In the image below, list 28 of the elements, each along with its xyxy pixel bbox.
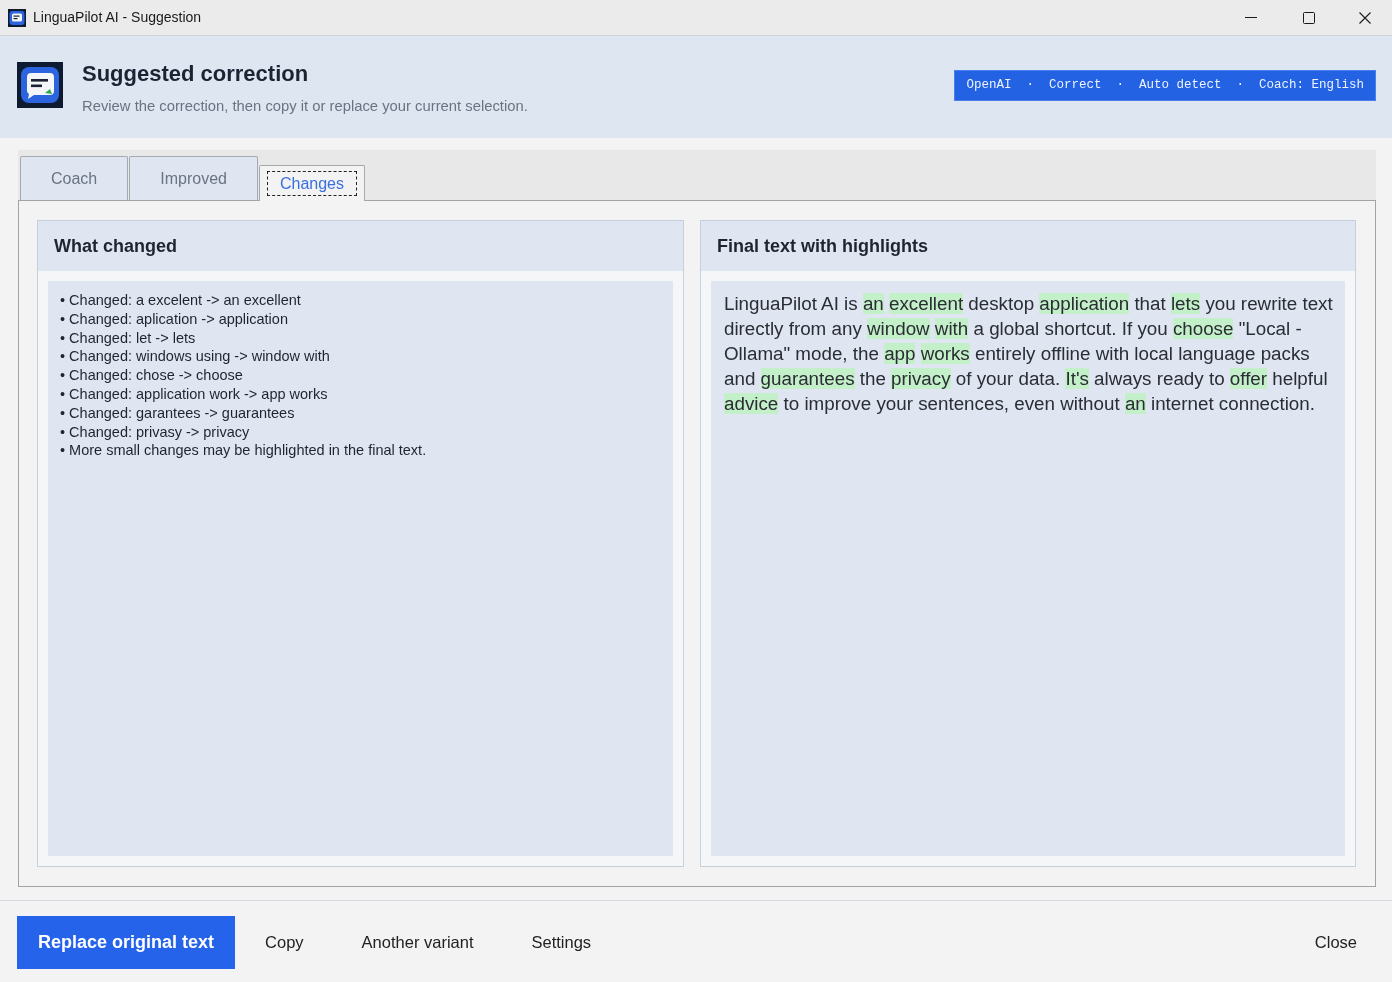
tab[interactable]: Improved bbox=[129, 156, 258, 200]
dialog-title: Suggested correction bbox=[82, 60, 310, 88]
group-title: Final text with highlights bbox=[701, 221, 1355, 271]
change-item: • Changed: application work -> app works bbox=[60, 385, 329, 404]
mode-badge: OpenAI · Correct · Auto detect · Coach: English bbox=[954, 70, 1376, 101]
change-item: • More small changes may be highlighted in the final text. bbox=[60, 441, 428, 461]
action-button[interactable]: Settings bbox=[503, 916, 620, 969]
tab[interactable]: Changes bbox=[258, 165, 365, 201]
final-text: LinguaPilot AI is an excellent desktop application that lets you rewrite text directly from any window with a global shortcut. If you choose "Local - Ollama" mode, the app works entirely offline with local language packs and guarantees the privacy of your data. It's always ready to offer helpful advice to improve your sentences, even without an internet connection. bbox=[723, 292, 1334, 416]
window-title: LinguaPilot AI - Suggestion bbox=[33, 8, 202, 27]
tab[interactable]: Coach bbox=[20, 156, 129, 200]
change-item: • Changed: chose -> choose bbox=[60, 366, 244, 385]
close-button[interactable]: Close bbox=[1286, 916, 1385, 969]
group-title: What changed bbox=[38, 221, 683, 271]
change-item: • Changed: a excelent -> an excellent bbox=[60, 291, 302, 310]
change-item: • Changed: windows using -> window with bbox=[60, 347, 331, 367]
action-button[interactable]: Copy bbox=[237, 916, 332, 969]
app-icon bbox=[8, 8, 26, 27]
change-item: • Changed: garantees -> guarantees bbox=[60, 403, 296, 423]
change-item: • Changed: privasy -> privacy bbox=[60, 422, 251, 442]
change-item: • Changed: let -> lets bbox=[60, 328, 197, 348]
close-icon[interactable] bbox=[1359, 11, 1371, 24]
change-item: • Changed: aplication -> application bbox=[60, 309, 289, 329]
replace-button[interactable]: Replace original text bbox=[17, 916, 236, 969]
action-button[interactable]: Another variant bbox=[333, 916, 502, 969]
maximize-icon[interactable] bbox=[1303, 11, 1315, 24]
dialog-subtitle: Review the correction, then copy it or replace your current selection. bbox=[82, 97, 528, 115]
app-logo-icon bbox=[17, 62, 63, 108]
